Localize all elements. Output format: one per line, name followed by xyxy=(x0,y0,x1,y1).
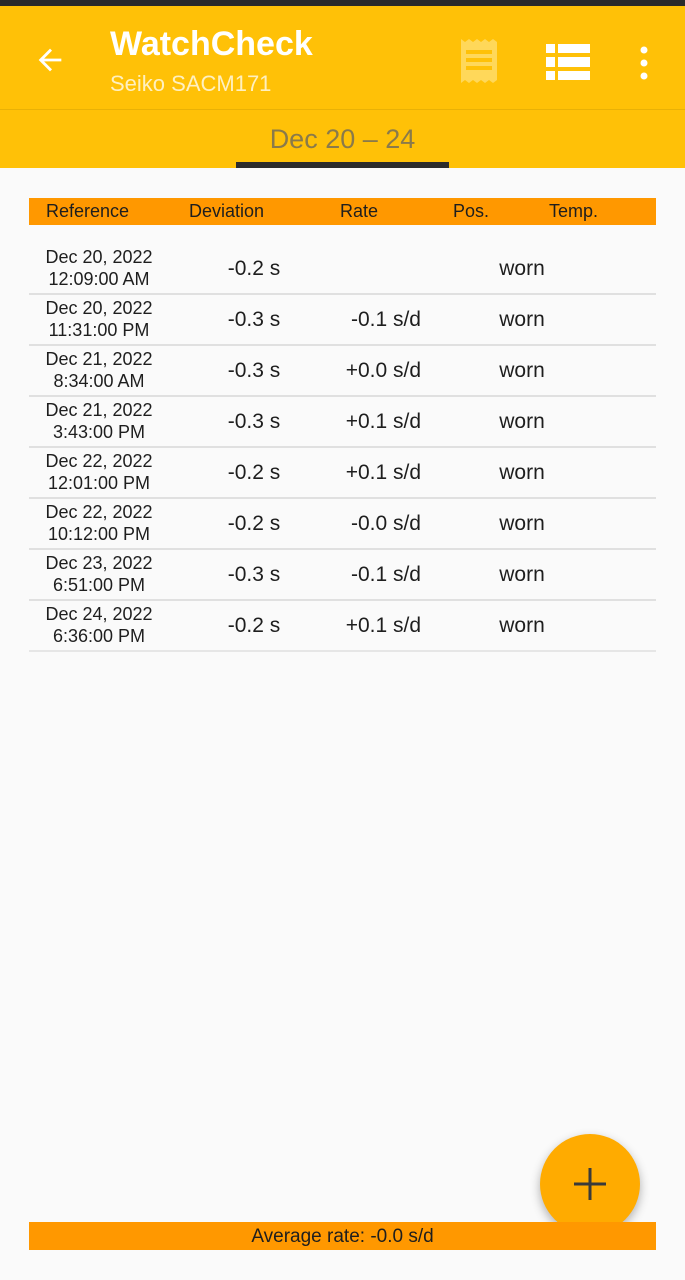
table-row[interactable]: Dec 23, 2022 6:51:00 PM -0.3 s -0.1 s/d … xyxy=(29,550,656,601)
arrow-left-icon xyxy=(38,48,62,72)
header-reference: Reference xyxy=(46,201,130,221)
reference-time: 11:31:00 PM xyxy=(48,320,150,340)
average-rate-bar: Average rate: -0.0 s/d xyxy=(29,1222,656,1250)
position-cell: worn xyxy=(499,614,545,637)
more-vertical-icon xyxy=(640,46,648,80)
receipt-icon xyxy=(461,39,497,83)
reference-date: Dec 24, 2022 xyxy=(45,604,153,624)
header-rate: Rate xyxy=(340,201,379,221)
rate-cell: +0.1 s/d xyxy=(345,410,421,433)
reference-time: 12:01:00 PM xyxy=(47,473,151,493)
header-deviation: Deviation xyxy=(189,201,265,221)
table-row[interactable]: Dec 21, 2022 3:43:00 PM -0.3 s +0.1 s/d … xyxy=(29,397,656,448)
measurement-list: Dec 20, 2022 12:09:00 AM -0.2 s worn Dec… xyxy=(29,244,656,652)
position-cell: worn xyxy=(499,461,545,484)
active-tab-indicator xyxy=(236,162,449,168)
back-button[interactable] xyxy=(24,34,76,86)
reference-cell: Dec 23, 2022 6:51:00 PM xyxy=(29,552,169,596)
position-cell: worn xyxy=(499,512,545,535)
reference-cell: Dec 21, 2022 3:43:00 PM xyxy=(29,399,169,443)
list-view-icon xyxy=(546,44,590,80)
plus-icon xyxy=(574,1168,606,1200)
reference-time: 12:09:00 AM xyxy=(48,269,150,289)
table-row[interactable]: Dec 21, 2022 8:34:00 AM -0.3 s +0.0 s/d … xyxy=(29,346,656,397)
reference-time: 3:43:00 PM xyxy=(52,422,146,442)
position-cell: worn xyxy=(499,410,545,433)
notes-button[interactable] xyxy=(452,34,506,88)
deviation-cell: -0.2 s xyxy=(227,461,281,484)
deviation-cell: -0.3 s xyxy=(227,359,281,382)
rate-cell: -0.1 s/d xyxy=(350,308,421,331)
reference-cell: Dec 24, 2022 6:36:00 PM xyxy=(29,603,169,647)
reference-cell: Dec 22, 2022 10:12:00 PM xyxy=(29,501,169,545)
table-row[interactable]: Dec 22, 2022 12:01:00 PM -0.2 s +0.1 s/d… xyxy=(29,448,656,499)
rate-cell: +0.0 s/d xyxy=(345,359,421,382)
reference-time: 8:34:00 AM xyxy=(53,371,145,391)
reference-date: Dec 21, 2022 xyxy=(45,400,153,420)
reference-date: Dec 22, 2022 xyxy=(45,451,153,471)
deviation-cell: -0.3 s xyxy=(227,308,281,331)
reference-cell: Dec 21, 2022 8:34:00 AM xyxy=(29,348,169,392)
position-cell: worn xyxy=(499,563,545,586)
tab-period[interactable]: Dec 20 – 24 xyxy=(236,110,449,168)
reference-cell: Dec 20, 2022 11:31:00 PM xyxy=(29,297,169,341)
table-row[interactable]: Dec 24, 2022 6:36:00 PM -0.2 s +0.1 s/d … xyxy=(29,601,656,652)
overflow-menu-button[interactable] xyxy=(626,36,662,90)
table-row[interactable]: Dec 20, 2022 12:09:00 AM -0.2 s worn xyxy=(29,244,656,295)
rate-cell: -0.0 s/d xyxy=(350,512,421,535)
rate-cell: +0.1 s/d xyxy=(345,461,421,484)
header-position: Pos. xyxy=(453,201,490,221)
deviation-cell: -0.2 s xyxy=(227,512,281,535)
table-row[interactable]: Dec 20, 2022 11:31:00 PM -0.3 s -0.1 s/d… xyxy=(29,295,656,346)
rate-cell xyxy=(329,244,421,293)
period-tabs: Dec 20 – 24 xyxy=(0,109,685,168)
position-cell: worn xyxy=(499,308,545,331)
reference-date: Dec 20, 2022 xyxy=(45,298,153,318)
reference-time: 6:36:00 PM xyxy=(52,626,146,646)
reference-date: Dec 21, 2022 xyxy=(45,349,153,369)
table-header: Reference Deviation Rate Pos. Temp. xyxy=(29,198,656,225)
list-view-button[interactable] xyxy=(540,34,596,90)
deviation-cell: -0.3 s xyxy=(227,410,281,433)
reference-time: 10:12:00 PM xyxy=(47,524,151,544)
deviation-cell: -0.3 s xyxy=(227,563,281,586)
reference-date: Dec 22, 2022 xyxy=(45,502,153,522)
add-measurement-button[interactable] xyxy=(540,1134,640,1234)
watch-name: Seiko SACM171 xyxy=(110,71,272,96)
reference-time: 6:51:00 PM xyxy=(52,575,146,595)
reference-date: Dec 23, 2022 xyxy=(45,553,153,573)
app-title: WatchCheck xyxy=(110,25,313,63)
table-row[interactable]: Dec 22, 2022 10:12:00 PM -0.2 s -0.0 s/d… xyxy=(29,499,656,550)
deviation-cell: -0.2 s xyxy=(227,614,281,637)
rate-cell: -0.1 s/d xyxy=(350,563,421,586)
app-bar: WatchCheck Seiko SACM171 xyxy=(0,6,685,109)
rate-cell: +0.1 s/d xyxy=(345,614,421,637)
reference-cell: Dec 22, 2022 12:01:00 PM xyxy=(29,450,169,494)
reference-cell: Dec 20, 2022 12:09:00 AM xyxy=(29,246,169,290)
header-temperature: Temp. xyxy=(549,201,599,221)
position-cell: worn xyxy=(499,359,545,382)
position-cell: worn xyxy=(499,257,545,280)
deviation-cell: -0.2 s xyxy=(227,257,281,280)
reference-date: Dec 20, 2022 xyxy=(45,247,153,267)
